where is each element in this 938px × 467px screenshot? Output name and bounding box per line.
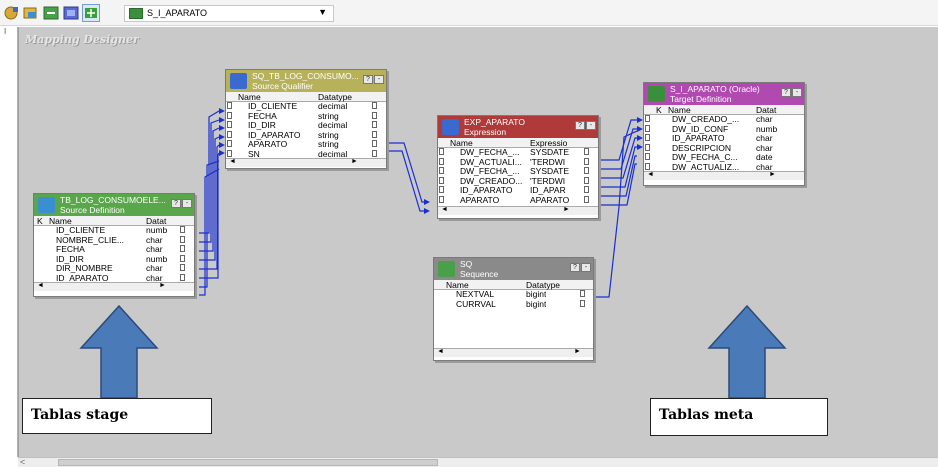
table-row[interactable]: DW_ACTUALIZ... char <box>644 162 804 171</box>
mappings-icon[interactable] <box>82 4 100 22</box>
table-row[interactable]: NOMBRE_CLIE... char <box>34 235 194 246</box>
table-row[interactable]: DW_FECHA_C... date <box>644 153 804 163</box>
source-qualifier-transformation[interactable]: SQ_TB_LOG_CONSUMO... Source Qualifier ? -… <box>225 69 387 169</box>
column-header: Name Expressio <box>438 138 598 148</box>
help-icon[interactable]: ? <box>781 88 791 97</box>
expression-icon <box>442 119 459 135</box>
table-row[interactable]: DW_ACTUALI... 'TERDWI <box>438 157 598 168</box>
help-icon[interactable]: ? <box>575 121 585 130</box>
target-definition-transformation[interactable]: S_I_APARATO (Oracle) Target Definition ?… <box>643 82 805 186</box>
port-list: ID_CLIENTE decimal FECHA string ID_DIR deci… <box>226 102 386 158</box>
source-definition-icon <box>38 197 55 213</box>
port-list: ID_CLIENTE numb NOMBRE_CLIE... char FECHA c… <box>34 226 194 282</box>
mapping-canvas[interactable]: Mapping Designer SQ_TB_LOG_CONSUMO... So… <box>18 27 938 457</box>
column-header: Name Datatype <box>226 92 386 102</box>
right-up-arrow <box>707 304 787 399</box>
scrollbar-thumb[interactable] <box>58 459 438 466</box>
column-header: K Name Datat <box>34 216 194 226</box>
sequence-transformation[interactable]: SQ Sequence ? - Name Datatype NEXTVAL bigi… <box>433 257 594 361</box>
table-row[interactable]: DW_FECHA_... SYSDATE <box>438 167 598 177</box>
table-row[interactable]: ID_APARATO char <box>34 273 194 282</box>
column-datatype-header: Datatype <box>526 280 561 290</box>
help-icon[interactable]: ? <box>570 263 580 272</box>
help-icon[interactable]: ? <box>363 75 373 84</box>
expression-header[interactable]: EXP_APARATO Expression ? - <box>438 116 598 138</box>
table-row[interactable]: FECHA string <box>226 111 386 122</box>
column-name-header: Name <box>668 105 691 115</box>
table-row[interactable]: ID_APARATO string <box>226 130 386 141</box>
chevron-down-icon: ▼ <box>318 7 327 17</box>
column-key-header: K <box>656 105 662 115</box>
transformations-icon[interactable] <box>42 4 60 22</box>
port-list: DW_CREADO_... char DW_ID_CONF numb ID_APAR… <box>644 115 804 171</box>
table-row[interactable]: ID_CLIENTE numb <box>34 226 194 236</box>
horizontal-scrollbar[interactable]: ◄ ► <box>34 282 194 291</box>
table-row[interactable]: ID_APARATO ID_APAR <box>438 186 598 196</box>
tablas-meta-label: Tablas meta <box>650 398 828 436</box>
column-expression-header: Expressio <box>530 138 568 148</box>
left-panel-edge: I <box>0 27 18 457</box>
help-icon[interactable]: ? <box>171 199 181 208</box>
canvas-horizontal-scrollbar[interactable]: < <box>18 457 938 467</box>
table-row[interactable]: APARATO APARATO <box>438 195 598 206</box>
minimize-icon[interactable]: - <box>586 121 596 130</box>
column-datatype-header: Datatype <box>318 92 353 102</box>
column-name-header: Name <box>238 92 261 102</box>
column-header: Name Datatype <box>434 280 593 290</box>
tablas-stage-label: Tablas stage <box>22 398 212 434</box>
target-definition-header[interactable]: S_I_APARATO (Oracle) Target Definition ?… <box>644 83 804 105</box>
column-key-header: K <box>37 216 43 226</box>
table-row[interactable]: ID_CLIENTE decimal <box>226 102 386 112</box>
table-row[interactable]: DESCRIPCION char <box>644 143 804 154</box>
sequence-icon <box>438 261 455 277</box>
expression-transformation[interactable]: EXP_APARATO Expression ? - Name Expressio… <box>437 115 599 219</box>
table-row[interactable]: DW_FECHA_... SYSDATE <box>438 148 598 158</box>
table-row[interactable]: DW_CREADO_... char <box>644 115 804 125</box>
target-definition-icon <box>648 86 665 102</box>
table-row[interactable]: FECHA char <box>34 245 194 255</box>
source-qualifier-icon <box>230 73 247 89</box>
table-row[interactable]: DW_ID_CONF numb <box>644 124 804 135</box>
port-list: NEXTVAL bigint CURRVAL bigint <box>434 290 593 348</box>
minimize-icon[interactable]: - <box>182 199 192 208</box>
source-definition-transformation[interactable]: TB_LOG_CONSUMOELE... Source Definition ?… <box>33 193 195 297</box>
table-row[interactable]: CURRVAL bigint <box>434 299 593 310</box>
minimize-icon[interactable]: - <box>792 88 802 97</box>
mapping-selector-value: S_I_APARATO <box>147 8 208 18</box>
table-row[interactable]: ID_DIR decimal <box>226 121 386 131</box>
column-datatype-header: Datat <box>756 105 777 115</box>
column-name-header: Name <box>446 280 469 290</box>
table-row[interactable]: DIR_NOMBRE char <box>34 264 194 274</box>
table-row[interactable]: DW_CREADO... 'TERDWI <box>438 176 598 187</box>
mapplets-icon[interactable] <box>62 4 80 22</box>
sequence-header[interactable]: SQ Sequence ? - <box>434 258 593 280</box>
column-name-header: Name <box>450 138 473 148</box>
minimize-icon[interactable]: - <box>581 263 591 272</box>
column-name-header: Name <box>49 216 72 226</box>
horizontal-scrollbar[interactable]: ◄ ► <box>226 158 386 167</box>
horizontal-scrollbar[interactable]: ◄ ► <box>644 171 804 180</box>
scroll-left-icon[interactable]: < <box>20 457 25 467</box>
source-definition-header[interactable]: TB_LOG_CONSUMOELE... Source Definition ?… <box>34 194 194 216</box>
port-list: DW_FECHA_... SYSDATE DW_ACTUALI... 'TERDWI… <box>438 148 598 206</box>
horizontal-scrollbar[interactable]: ◄ ► <box>438 206 598 215</box>
horizontal-scrollbar[interactable]: ◄ ► <box>434 348 593 357</box>
toolbar: S_I_APARATO ▼ <box>0 0 938 26</box>
table-row[interactable]: NEXTVAL bigint <box>434 290 593 300</box>
source-qualifier-header[interactable]: SQ_TB_LOG_CONSUMO... Source Qualifier ? - <box>226 70 386 92</box>
table-row[interactable]: APARATO string <box>226 140 386 150</box>
table-row[interactable]: ID_APARATO char <box>644 134 804 144</box>
mapping-icon <box>129 8 143 19</box>
targets-icon[interactable] <box>22 4 40 22</box>
column-header: K Name Datat <box>644 105 804 115</box>
left-up-arrow <box>79 304 159 399</box>
table-row[interactable]: SN decimal <box>226 149 386 158</box>
column-datatype-header: Datat <box>146 216 167 226</box>
sources-icon[interactable] <box>2 4 20 22</box>
table-row[interactable]: ID_DIR numb <box>34 254 194 265</box>
mapping-selector[interactable]: S_I_APARATO ▼ <box>124 5 334 22</box>
minimize-icon[interactable]: - <box>374 75 384 84</box>
